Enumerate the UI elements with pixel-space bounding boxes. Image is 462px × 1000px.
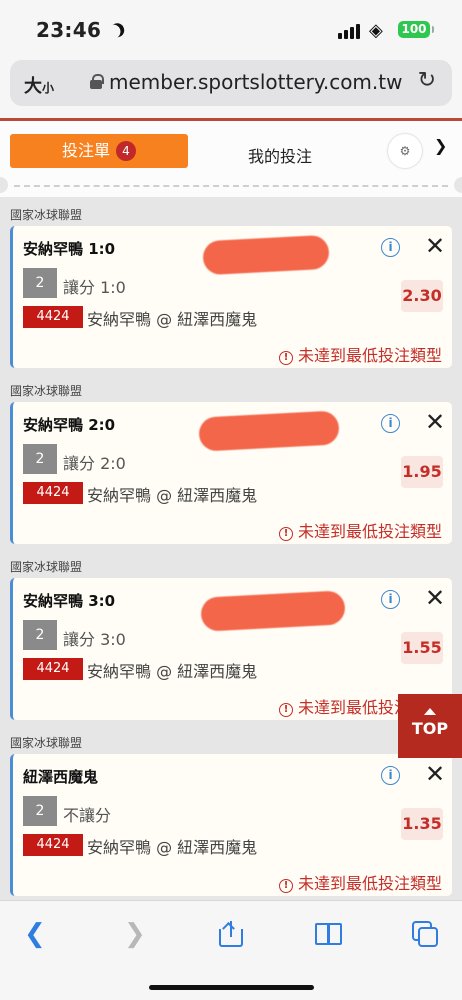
clock: 23:46 [36,18,122,42]
share-icon[interactable] [219,921,243,947]
bet-card: 安納罕鴨 3:0 i ✕ 2 讓分 3:0 1.55 4424 安納罕鴨 @ 紐… [10,578,452,720]
back-icon[interactable]: ❮ [24,919,46,949]
bet-type: 讓分 1:0 [63,278,126,297]
match-code: 4424 [23,482,83,504]
odds-value: 1.35 [401,808,443,840]
match-code: 4424 [23,306,83,328]
warning-message: ! 未達到最低投注類型 [278,342,442,366]
signal-icon [338,24,360,39]
warning-icon: ! [278,879,293,893]
wifi-icon: ◈ [369,20,383,41]
close-icon[interactable]: ✕ [425,760,445,788]
url-text[interactable]: member.sportslottery.com.tw [109,70,402,94]
match-name: 安納罕鴨 @ 紐澤西魔鬼 [87,838,258,857]
bet-card: 安納罕鴨 2:0 i ✕ 2 讓分 2:0 1.95 4424 安納罕鴨 @ 紐… [10,402,452,544]
market-pill: 2 [23,796,57,826]
info-icon[interactable]: i [381,590,400,609]
warning-text: 未達到最低投注類型 [297,874,442,893]
market-pill: 2 [23,444,57,474]
info-icon[interactable]: i [381,766,400,785]
ticket-divider [0,177,462,197]
selection-title: 紐澤西魔鬼 [23,768,99,786]
browser-toolbar: ❮ ❯ [0,900,462,1000]
browser-address-area: 大小 member.sportslottery.com.tw ↻ [0,58,462,118]
top-label: TOP [411,719,449,738]
bet-type: 讓分 2:0 [63,454,126,473]
league-label: 國家冰球聯盟 [10,208,83,222]
bet-card: 紐澤西魔鬼 i ✕ 2 不讓分 1.35 4424 安納罕鴨 @ 紐澤西魔鬼 !… [10,754,452,896]
warning-icon: ! [278,351,293,365]
selection-title: 安納罕鴨 2:0 [23,416,116,434]
close-icon[interactable]: ✕ [425,584,445,612]
tabs-icon[interactable] [412,921,440,949]
close-icon[interactable]: ✕ [425,232,445,260]
gear-icon[interactable]: ⚙ [388,134,422,168]
bet-card: 安納罕鴨 1:0 i ✕ 2 讓分 1:0 2.30 4424 安納罕鴨 @ 紐… [10,226,452,368]
match-name: 安納罕鴨 @ 紐澤西魔鬼 [87,662,258,681]
match-code: 4424 [23,834,83,856]
match-name: 安納罕鴨 @ 紐澤西魔鬼 [87,310,258,329]
lock-icon [90,74,104,89]
league-label: 國家冰球聯盟 [10,384,83,398]
info-icon[interactable]: i [381,238,400,257]
redaction-mark [198,410,340,452]
odds-value: 1.55 [401,632,443,664]
status-bar: 23:46 ◈ 100 [0,0,462,58]
arrow-up-icon [424,708,436,715]
selection-title: 安納罕鴨 3:0 [23,592,116,610]
bet-type: 不讓分 [63,806,112,825]
tab-betslip[interactable]: 投注單 4 [10,134,188,168]
match-code: 4424 [23,658,83,680]
selection-title: 安納罕鴨 1:0 [23,240,116,258]
warning-icon: ! [278,527,293,541]
match-name: 安納罕鴨 @ 紐澤西魔鬼 [87,486,258,505]
home-indicator [149,985,314,990]
battery-indicator: 100 [398,21,434,38]
scroll-to-top-button[interactable]: TOP [398,694,462,758]
text-size-small: 小 [42,81,55,95]
market-pill: 2 [23,268,57,298]
redaction-mark [202,234,330,276]
betslip-tabs: 投注單 4 我的投注 ⚙ ❯ [0,121,462,183]
betslip-count-badge: 4 [116,141,136,161]
clock-text: 23:46 [36,18,102,42]
bookmarks-icon[interactable] [315,923,343,945]
league-label: 國家冰球聯盟 [10,736,83,750]
warning-message: ! 未達到最低投注類型 [278,870,442,894]
market-pill: 2 [23,620,57,650]
odds-value: 2.30 [401,280,443,312]
forward-icon[interactable]: ❯ [124,919,146,949]
tab-my-bets[interactable]: 我的投注 [248,143,312,167]
info-icon[interactable]: i [381,414,400,433]
betslip-page: 投注單 4 我的投注 ⚙ ❯ 國家冰球聯盟 安納罕鴨 1:0 i ✕ 2 讓分 1… [0,118,462,900]
close-icon[interactable]: ✕ [425,408,445,436]
reload-icon[interactable]: ↻ [418,68,436,93]
chevron-down-icon[interactable]: ❯ [434,136,447,155]
warning-message: ! 未達到最低投注類型 [278,518,442,542]
address-bar[interactable]: 大小 member.sportslottery.com.tw ↻ [10,60,452,106]
tab-betslip-label: 投注單 [61,141,110,160]
moon-icon [109,21,127,39]
warning-text: 未達到最低投注類型 [297,522,442,541]
bet-type: 讓分 3:0 [63,630,126,649]
warning-text: 未達到最低投注類型 [297,346,442,365]
redaction-mark [200,590,346,632]
warning-icon: ! [278,703,293,717]
text-size-large: 大 [24,76,42,97]
text-size-button[interactable]: 大小 [24,72,54,98]
odds-value: 1.95 [401,456,443,488]
league-label: 國家冰球聯盟 [10,560,83,574]
